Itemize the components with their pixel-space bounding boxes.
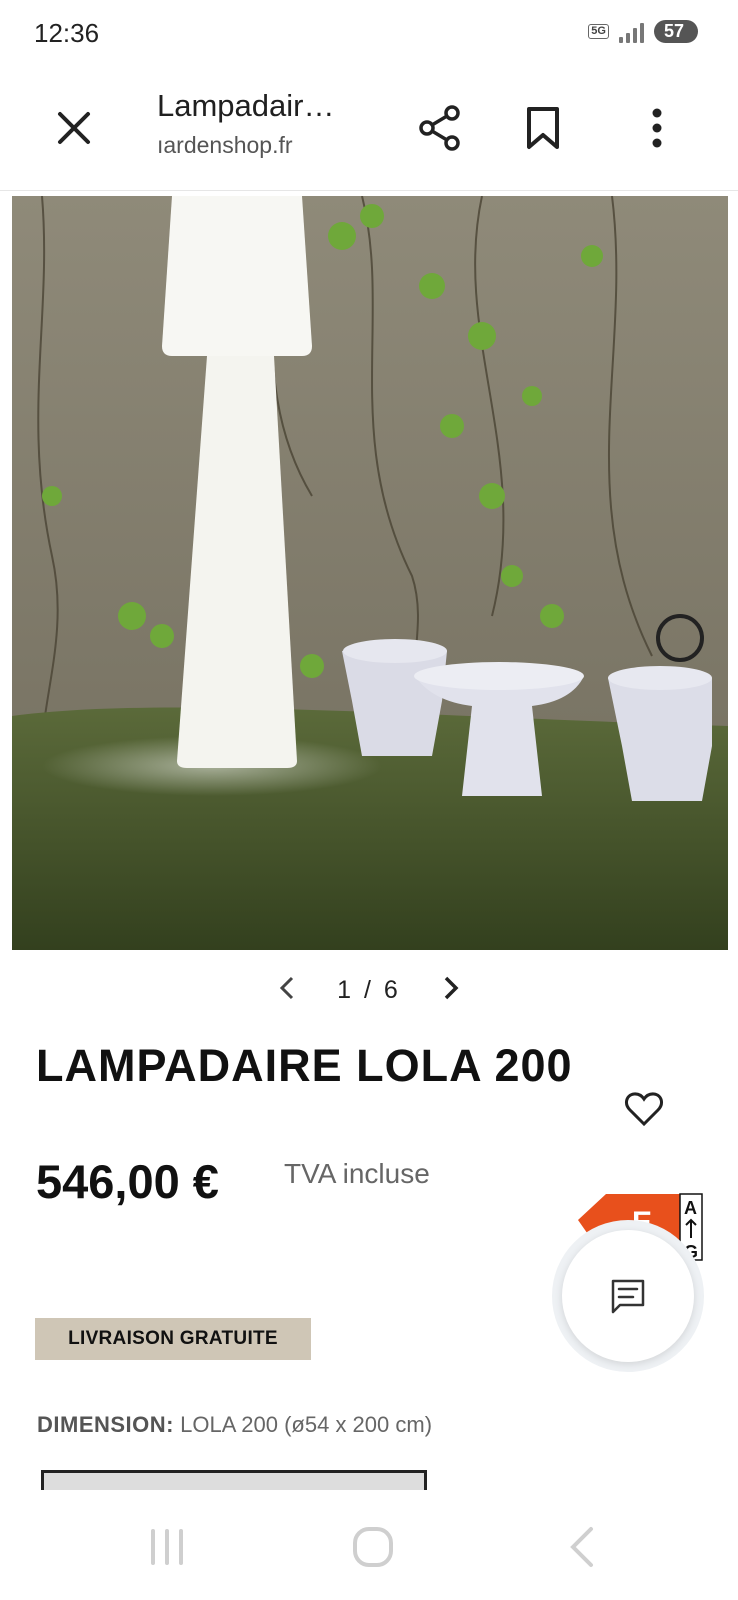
wishlist-button[interactable] [624, 1090, 666, 1130]
dimension-label: DIMENSION: [37, 1412, 174, 1437]
close-button[interactable] [48, 102, 100, 154]
next-image-button[interactable] [431, 971, 471, 1010]
product-price: 546,00 € [36, 1155, 219, 1208]
status-bar: 12:36 5G 57 [0, 0, 738, 70]
network-type-icon: 5G [588, 24, 609, 39]
bookmark-button[interactable] [515, 100, 571, 156]
back-button[interactable] [546, 1520, 616, 1574]
tax-note: TVA incluse [284, 1158, 430, 1189]
share-icon [419, 105, 460, 151]
product-title: LAMPADAIRE LOLA 200 [36, 1040, 573, 1091]
custom-tab-toolbar: Lampadair… ıardenshop.fr [0, 70, 738, 191]
dimension-row: DIMENSION: LOLA 200 (ø54 x 200 cm) [37, 1412, 432, 1438]
chevron-right-icon [444, 976, 459, 999]
chat-button-inner [562, 1230, 694, 1362]
bookmark-icon [527, 107, 559, 149]
chat-button[interactable] [552, 1220, 704, 1372]
chat-icon [611, 1279, 645, 1314]
home-button[interactable] [338, 1520, 408, 1574]
heart-icon [625, 1092, 663, 1127]
share-button[interactable] [412, 100, 468, 156]
recent-apps-icon [151, 1529, 183, 1565]
back-icon [570, 1527, 593, 1567]
signal-icon [618, 21, 644, 43]
product-photo [12, 196, 728, 950]
prev-image-button[interactable] [267, 971, 307, 1010]
dimension-value: LOLA 200 (ø54 x 200 cm) [180, 1412, 433, 1437]
more-options-button[interactable] [637, 100, 677, 156]
tab-title: Lampadair… [157, 88, 335, 123]
status-time: 12:36 [34, 18, 100, 48]
battery-icon: 57 [653, 20, 698, 43]
system-nav-bar [0, 1490, 738, 1600]
product-image[interactable] [12, 196, 728, 950]
free-shipping-badge: LIVRAISON GRATUITE [35, 1318, 311, 1360]
energy-scale-top: A [684, 1198, 697, 1218]
chevron-left-icon [280, 976, 294, 999]
home-icon [353, 1527, 393, 1567]
image-carousel-nav: 1 / 6 [0, 958, 738, 1022]
close-icon [58, 112, 90, 144]
recent-apps-button[interactable] [132, 1520, 202, 1574]
image-counter: 1 / 6 [337, 975, 401, 1004]
status-icons: 5G 57 [588, 20, 698, 43]
more-vert-icon [652, 108, 662, 148]
tab-url: ıardenshop.fr [157, 132, 293, 158]
tab-title-block: Lampadair… ıardenshop.fr [157, 88, 387, 159]
